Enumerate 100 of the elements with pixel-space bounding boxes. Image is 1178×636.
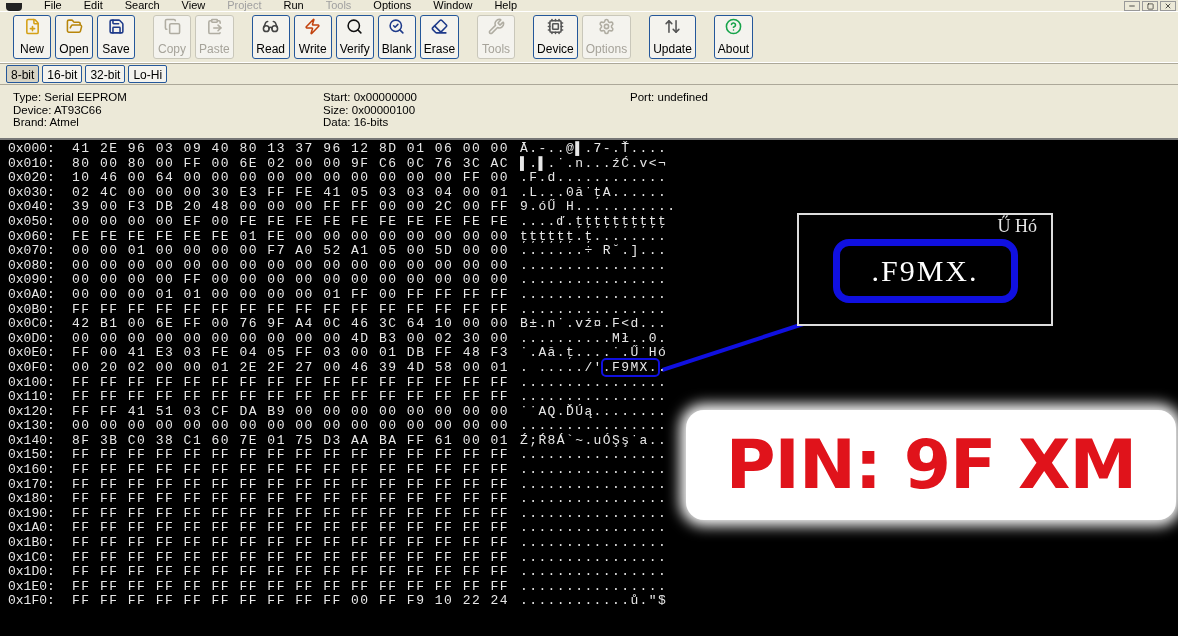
ascii-text: ................	[520, 390, 668, 405]
hex-bytes: 8F 3B C0 38 C1 60 7E 01 75 D3 AA BA FF 61 00 01	[72, 433, 511, 449]
hex-address: 0x100:	[8, 375, 56, 391]
toolbar-button[interactable]: Update	[649, 15, 696, 59]
menu-item[interactable]: Edit	[83, 0, 103, 11]
hex-address: 0x190:	[8, 506, 56, 522]
magnifier-icon	[346, 18, 364, 35]
device-info-text: Device: AT93C66	[13, 103, 103, 116]
toolbar-button[interactable]: Write	[293, 15, 332, 59]
minimize-button[interactable]	[1124, 1, 1140, 11]
hex-bytes: FF FF FF FF FF FF FF FF FF FF FF FF FF FF FF FF	[72, 550, 511, 566]
eraser-icon	[430, 18, 448, 35]
hex-bytes: FF FF 41 51 03 CF DA B9 00 00 00 00 00 00 00 00	[72, 404, 511, 420]
close-button[interactable]	[1160, 1, 1176, 11]
ascii-text: ..........Mł..0.	[520, 331, 668, 346]
toolbar-button[interactable]: Open	[55, 15, 93, 59]
toolbar-button[interactable]: Device	[533, 15, 578, 59]
hex-bytes: 00 20 02 00 00 01 2E 2F 27 00 46 39 4D 58 00 01	[72, 360, 511, 376]
view-mode-button[interactable]: 16-bit	[42, 64, 83, 83]
menu-item[interactable]: View	[181, 0, 206, 11]
hex-bytes: FF FF FF FF FF FF FF FF FF FF FF FF FF FF FF FF	[72, 521, 511, 537]
app-icon	[6, 3, 22, 11]
hex-bytes: 80 00 80 00 FF 00 6E 02 00 00 9F C6 0C 76 3C AC	[72, 156, 511, 172]
ascii-text: ................	[520, 302, 668, 318]
toolbar-button[interactable]: Blank	[377, 15, 416, 59]
ascii-text: ▌.▌.˙.n...źĆ.v<¬	[520, 156, 668, 172]
toolbar-button[interactable]: New	[13, 15, 51, 59]
device-info-text: Brand: Atmel	[13, 116, 80, 129]
hex-bytes: FF FF FF FF FF FF FF FF FF FF FF FF FF FF FF FF	[72, 492, 511, 507]
hex-bytes: 00 00 00 00 FF 00 00 00 00 00 00 00 00 00 00 00	[72, 273, 511, 288]
ascii-text: ................	[520, 492, 668, 507]
ascii-text: ................	[520, 375, 668, 391]
hex-bytes: FF FF FF FF FF FF FF FF FF FF 00 FF F9 10 22 24	[72, 594, 511, 609]
ascii-text: ................	[520, 273, 668, 288]
hex-address: 0x0C0:	[8, 317, 56, 332]
hex-address: 0x0B0:	[8, 302, 56, 318]
hex-bytes: 00 00 00 00 00 00 00 00 00 00 4D B3 00 02 30 00	[72, 331, 511, 347]
hex-address: 0x150:	[8, 448, 56, 464]
ascii-text: ....ď.ţţţţţţţţţţ	[520, 214, 668, 230]
menu-item[interactable]: Options	[373, 0, 412, 11]
ascii-text: ................	[520, 258, 668, 274]
hex-address: 0x040:	[8, 200, 56, 215]
maximize-icon	[1146, 2, 1154, 10]
toolbar-button[interactable]: Read	[251, 15, 290, 59]
hex-address: 0x030:	[8, 185, 56, 201]
ascii-text: .......÷ R˘.]...	[520, 244, 668, 259]
hex-bytes: 00 00 00 00 00 00 00 00 00 00 00 00 00 00 00 00	[72, 419, 511, 434]
hex-address: 0x160:	[8, 463, 56, 478]
folder-icon	[65, 18, 83, 35]
menu-item[interactable]: Help	[494, 0, 517, 11]
hex-bytes: FF FF FF FF FF FF FF FF FF FF FF FF FF FF FF FF	[72, 463, 511, 478]
ascii-text: ................	[520, 477, 668, 493]
hex-bytes: 10 46 00 64 00 00 00 00 00 00 00 00 00 00 FF 00	[72, 171, 511, 186]
ascii-text: B±.n˙.vź¤.F<d...	[520, 317, 668, 332]
ascii-text: ................	[520, 506, 668, 522]
menu-item[interactable]: Search	[124, 0, 160, 11]
ascii-text: ................	[520, 463, 668, 478]
menu-item[interactable]: Window	[433, 0, 473, 11]
hex-address: 0x010:	[8, 156, 56, 172]
hex-address: 0x0D0:	[8, 331, 56, 347]
lightning-icon	[304, 18, 322, 35]
hex-bytes: 00 00 00 00 00 00 00 00 00 00 00 00 00 00 00 00	[72, 258, 511, 274]
settings-icon	[597, 18, 615, 35]
menu-item[interactable]: File	[44, 0, 62, 11]
hex-address: 0x1B0:	[8, 536, 56, 551]
device-info-text: Start: 0x00000000	[323, 91, 418, 104]
magnified-text: .F9MX.	[871, 263, 979, 279]
ascii-text: ................	[520, 521, 668, 537]
ascii-text: ................	[520, 565, 668, 580]
toolbar-button[interactable]: About	[713, 15, 754, 59]
help-icon	[725, 18, 742, 35]
hex-bytes: FF FF FF FF FF FF FF FF FF FF FF FF FF FF FF FF	[72, 565, 511, 580]
hex-address: 0x090:	[8, 273, 56, 288]
hex-address: 0x070:	[8, 244, 56, 259]
toolbar-button[interactable]: Verify	[335, 15, 374, 59]
view-mode-button[interactable]: Lo-Hi	[128, 64, 168, 83]
hex-address: 0x180:	[8, 492, 56, 507]
hex-bytes: 39 00 F3 DB 20 48 00 00 00 FF FF 00 00 2C 00 FF	[72, 200, 511, 215]
hex-address: 0x020:	[8, 171, 56, 186]
hex-bytes: FF FF FF FF FF FF FF FF FF FF FF FF FF FF FF FF	[72, 375, 511, 391]
pin-label: PIN: 9F XM	[725, 424, 1137, 506]
hex-bytes: 00 00 00 00 EF 00 FE FE FE FE FE FE FE FE FE FE	[72, 214, 511, 230]
ascii-text: ................	[520, 579, 668, 594]
view-mode-button[interactable]: 8-bit	[6, 64, 40, 83]
device-info-text: Data: 16-bits	[323, 116, 390, 129]
ascii-text: ................	[520, 550, 668, 566]
toolbar-button[interactable]: Erase	[419, 15, 460, 59]
hex-address: 0x050:	[8, 214, 56, 230]
hex-address: 0x140:	[8, 433, 56, 449]
tools-icon	[487, 18, 505, 35]
toolbar-button[interactable]: Save	[97, 15, 135, 59]
hex-address: 0x000:	[8, 142, 56, 157]
menu-item[interactable]: Run	[283, 0, 304, 11]
view-mode-button[interactable]: 32-bit	[85, 64, 126, 83]
floppy-icon	[107, 18, 125, 35]
hex-bytes: FF FF FF FF FF FF FF FF FF FF FF FF FF FF FF FF	[72, 390, 511, 405]
minimize-icon	[1128, 2, 1136, 10]
ascii-text: .L...0ă˙ţA......	[520, 185, 668, 200]
device-info-text: Type: Serial EEPROM	[13, 91, 128, 104]
hex-bytes: FF FF FF FF FF FF FF FF FF FF FF FF FF FF FF FF	[72, 579, 511, 595]
